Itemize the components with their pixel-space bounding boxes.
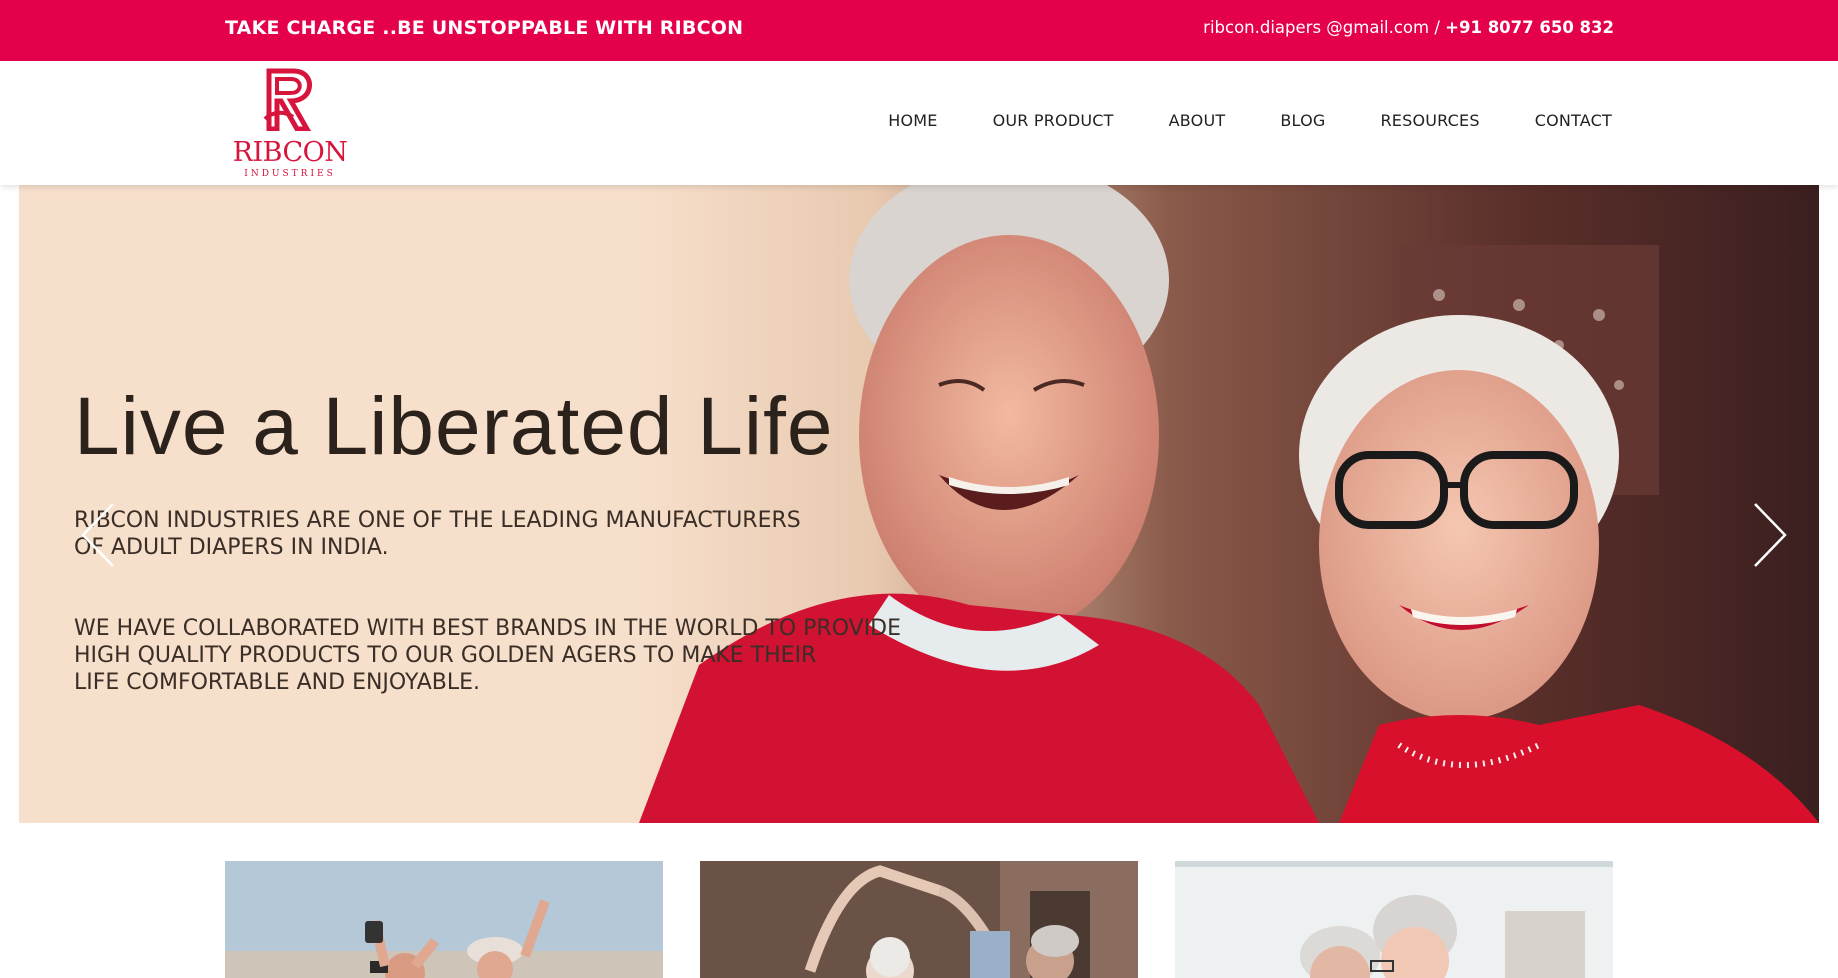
separator: / (1429, 18, 1446, 37)
hero-description: RIBCON INDUSTRIES ARE ONE OF THE LEADING… (74, 480, 901, 750)
feature-card-3[interactable] (1175, 861, 1613, 978)
nav-our-product[interactable]: OUR PRODUCT (993, 111, 1114, 130)
top-bar: TAKE CHARGE ..BE UNSTOPPABLE WITH RIBCON… (0, 0, 1838, 61)
contact-info: ribcon.diapers @gmail.com / +91 8077 650… (1203, 18, 1614, 37)
logo-wordmark: RIBCON (232, 137, 348, 168)
nav-home[interactable]: HOME (888, 111, 937, 130)
logo-r-icon (263, 68, 312, 131)
logo[interactable]: RIBCON INDUSTRIES (225, 67, 355, 179)
senior-couple-embracing-photo (1175, 861, 1613, 978)
chevron-right-icon[interactable] (1749, 500, 1789, 570)
email-link[interactable]: ribcon.diapers @gmail.com (1203, 18, 1429, 37)
nav-blog[interactable]: BLOG (1280, 111, 1325, 130)
main-nav: HOME OUR PRODUCT ABOUT BLOG RESOURCES CO… (888, 111, 1612, 130)
hero-slider: Live a Liberated Life RIBCON INDUSTRIES … (19, 185, 1819, 823)
feature-card-1[interactable] (225, 861, 663, 978)
seniors-dancing-photo (700, 861, 1138, 978)
seniors-celebrating-outdoors-photo (225, 861, 663, 978)
phone-link[interactable]: +91 8077 650 832 (1445, 18, 1614, 37)
chevron-left-icon[interactable] (79, 500, 119, 570)
logo-subtitle: INDUSTRIES (244, 169, 336, 179)
hero-paragraph-2: WE HAVE COLLABORATED WITH BEST BRANDS IN… (74, 616, 902, 695)
hero-paragraph-1: RIBCON INDUSTRIES ARE ONE OF THE LEADING… (74, 508, 801, 560)
nav-about[interactable]: ABOUT (1169, 111, 1226, 130)
nav-contact[interactable]: CONTACT (1535, 111, 1612, 130)
feature-card-2[interactable] (700, 861, 1138, 978)
site-header: RIBCON INDUSTRIES HOME OUR PRODUCT ABOUT… (0, 61, 1838, 185)
hero-title: Live a Liberated Life (74, 381, 834, 472)
tagline: TAKE CHARGE ..BE UNSTOPPABLE WITH RIBCON (225, 17, 744, 39)
nav-resources[interactable]: RESOURCES (1380, 111, 1479, 130)
